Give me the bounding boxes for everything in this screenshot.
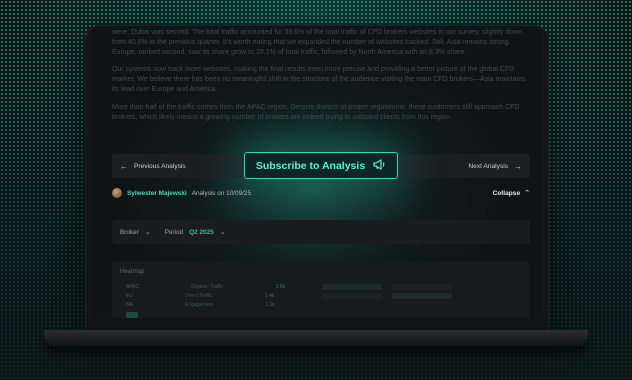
period-value: Q2 2025 [189,228,214,236]
next-analysis-button[interactable]: Next Analysis → [460,162,530,171]
previous-analysis-button[interactable]: ← Previous Analysis [112,162,194,171]
broker-dropdown[interactable]: Broker ⌄ [120,228,151,237]
heatmap-row: APAC Organic Traffic 3.8k [126,284,285,290]
heatmap-metric: Engagement [184,302,214,308]
heatmap-value: 1.1k [265,302,275,308]
heatmap-cell [322,284,382,290]
broker-label: Broker [120,228,139,236]
heatmap-value: 2.4k [264,293,275,299]
arrow-left-icon: ← [120,161,128,171]
arrow-right-icon: → [514,161,522,171]
previous-analysis-label: Previous Analysis [134,162,186,170]
heatmap-metric: Organic Traffic [191,284,224,290]
next-analysis-label: Next Analysis [468,162,508,170]
heatmap-cell [392,284,452,290]
heatmap-row: EU Direct Traffic 2.4k [126,293,274,299]
heatmap-region: EU [126,293,133,299]
subscribe-label: Subscribe to Analysis [255,159,366,172]
heatmap-cell [126,312,138,318]
article-paragraph: More than half of the traffic comes from… [112,103,520,121]
heatmap-row: NA Engagement 1.1k [126,302,275,308]
heatmap-title: Heatmap [120,269,145,275]
article-paragraph: were, Dubai was second. The total traffi… [112,29,522,56]
megaphone-icon [373,158,386,173]
laptop-base [44,330,588,346]
laptop-screen: were, Dubai was second. The total traffi… [92,26,542,318]
collapse-label: Collapse [492,189,521,197]
author-row: Sylwester Majewski Analysis on 10/09/25 … [112,186,530,200]
period-label: Period [164,228,184,236]
author-info: Sylwester Majewski Analysis on 10/09/25 [112,188,251,198]
filter-bar: Broker ⌄ Period Q2 2025 ⌄ [112,220,530,244]
chevron-up-icon: ⌃ [524,190,530,197]
chevron-down-icon: ⌄ [144,229,151,236]
chevron-down-icon: ⌄ [219,229,226,236]
heatmap-region: APAC [126,284,140,290]
laptop-lid: were, Dubai was second. The total traffi… [86,26,548,332]
avatar [112,188,122,198]
heatmap-metric: Direct Traffic [184,293,213,299]
period-dropdown[interactable]: Period Q2 2025 ⌄ [164,228,226,237]
subscribe-button[interactable]: Subscribe to Analysis [244,152,398,179]
heatmap-cell [322,293,382,299]
collapse-button[interactable]: Collapse ⌃ [492,189,530,198]
heatmap-value: 3.8k [275,284,286,290]
heatmap-panel: Heatmap APAC Organic Traffic 3.8k EU Dir… [112,262,530,318]
article-paragraph: Our systems now track more websites, mak… [112,66,526,93]
heatmap-cell [392,293,452,299]
article-body: were, Dubai was second. The total traffi… [92,26,542,122]
author-name[interactable]: Sylwester Majewski [127,190,187,197]
analysis-date: Analysis on 10/09/25 [191,189,252,197]
heatmap-region: NA [126,302,133,308]
